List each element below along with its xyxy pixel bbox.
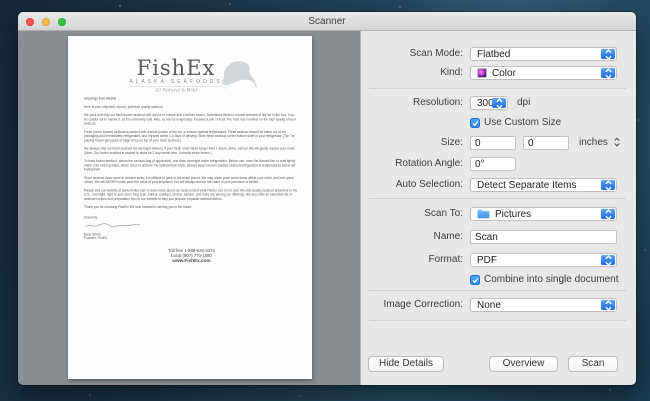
use-custom-size-label: Use Custom Size — [484, 117, 562, 128]
zoom-window-button[interactable] — [58, 17, 66, 26]
letter-paragraph: Thank you for choosing FishEx! We look f… — [84, 205, 193, 210]
scan-button[interactable]: Scan — [568, 356, 618, 372]
kind-row: Kind: Color — [361, 66, 636, 80]
format-popup[interactable]: PDF — [470, 253, 617, 267]
popup-stepper-icon — [601, 48, 615, 60]
divider — [369, 290, 626, 291]
hide-details-button[interactable]: Hide Details — [368, 356, 444, 372]
scanned-document-preview[interactable]: FishEx ALASKA SEAFOODS All Natural & Wil… — [68, 36, 312, 379]
resolution-popup[interactable]: 300 — [470, 96, 508, 110]
divider — [369, 198, 626, 199]
scan-mode-value: Flatbed — [477, 48, 511, 60]
auto-selection-value: Detect Separate Items — [477, 179, 577, 191]
auto-selection-row: Auto Selection: Detect Separate Items — [361, 178, 636, 192]
letter-paragraph: To thaw frozen seafood, pierce the vacuu… — [84, 159, 296, 172]
scan-to-value: Pictures — [495, 208, 532, 220]
logo-tagline: All Natural & Wild — [154, 88, 198, 93]
dpi-unit-label: dpi — [517, 97, 531, 108]
auto-selection-label: Auto Selection: — [395, 179, 463, 190]
letter-footer: Toll free 1-888-926-3474 Local (907) 770… — [84, 248, 299, 263]
use-custom-size-row: Use Custom Size — [361, 116, 636, 130]
image-correction-value: None — [477, 299, 501, 311]
popup-stepper-icon — [492, 97, 506, 109]
image-correction-label: Image Correction: — [383, 299, 463, 310]
rotation-angle-row: Rotation Angle: — [361, 157, 636, 171]
letter-paragraph: Here is your shipment of pure, premium q… — [84, 105, 164, 109]
size-unit-label: inches — [579, 137, 608, 148]
use-custom-size-checkbox[interactable] — [470, 118, 480, 128]
image-correction-popup[interactable]: None — [470, 298, 617, 312]
letter-paragraph: Fresh (never-frozen) seafood is packed w… — [84, 130, 295, 143]
combine-label: Combine into single document — [484, 274, 619, 285]
scan-to-label: Scan To: — [424, 208, 463, 219]
popup-stepper-icon — [601, 208, 615, 220]
size-label: Size: — [440, 137, 463, 148]
popup-stepper-icon — [601, 67, 615, 79]
alaska-map-icon — [222, 61, 258, 89]
name-label: Name: — [433, 231, 463, 242]
format-row: Format: PDF — [361, 253, 636, 267]
logo-subtitle: ALASKA SEAFOODS — [129, 79, 223, 87]
letter-logo: FishEx ALASKA SEAFOODS All Natural & Wil… — [89, 55, 299, 93]
resolution-label: Resolution: — [412, 97, 463, 108]
unit-stepper-icon — [614, 137, 620, 147]
letter-paragraph: We pack and ship our flash-frozen seafoo… — [84, 113, 296, 126]
color-photo-icon — [477, 68, 487, 78]
size-width-field[interactable] — [470, 136, 516, 150]
scan-to-row: Scan To: Pictures — [361, 207, 636, 221]
letter-paragraph: We always ship our fresh seafood via ove… — [84, 147, 296, 155]
combine-checkbox[interactable] — [470, 275, 480, 285]
scan-mode-row: Scan Mode: Flatbed — [361, 47, 636, 61]
popup-stepper-icon — [601, 299, 615, 311]
window-title: Scanner — [308, 16, 346, 27]
fishex-logo-text: FishEx — [136, 55, 216, 80]
popup-stepper-icon — [601, 254, 615, 266]
letter-closing: Sincerely, — [84, 215, 98, 220]
signature-scribble — [85, 223, 141, 228]
size-height-field[interactable] — [523, 136, 569, 150]
name-row: Name: — [361, 230, 636, 244]
popup-stepper-icon — [601, 179, 615, 191]
name-field[interactable] — [470, 230, 617, 244]
letter-paragraph: Greetings from Alaska! — [84, 97, 117, 101]
format-value: PDF — [477, 254, 497, 266]
rotation-angle-field[interactable] — [470, 157, 516, 171]
scan-mode-label: Scan Mode: — [409, 48, 463, 59]
letter-paragraph: Since seafood does come in random sizes,… — [84, 176, 294, 184]
auto-selection-popup[interactable]: Detect Separate Items — [470, 178, 617, 192]
scan-settings-panel: Scan Mode: Flatbed Kind: Color Resolutio… — [360, 31, 636, 385]
divider — [369, 320, 626, 321]
scan-to-popup[interactable]: Pictures — [470, 207, 617, 221]
scan-preview-area[interactable]: FishEx ALASKA SEAFOODS All Natural & Wil… — [18, 31, 360, 385]
folder-icon — [477, 209, 490, 219]
resolution-row: Resolution: 300 dpi — [361, 96, 636, 110]
size-unit-selector[interactable]: inches — [579, 136, 620, 150]
scanner-window: Scanner FishEx ALASKA SEAFOODS All Natur… — [18, 12, 636, 385]
signature-title: Founder, FishEx — [84, 236, 108, 240]
letter-paragraph: Please visit our website at www.FishEx.c… — [84, 188, 298, 201]
minimize-window-button[interactable] — [42, 17, 50, 26]
title-bar[interactable]: Scanner — [18, 12, 636, 31]
divider — [369, 88, 626, 89]
kind-popup[interactable]: Color — [470, 66, 617, 80]
close-window-button[interactable] — [26, 17, 34, 26]
scan-mode-popup[interactable]: Flatbed — [470, 47, 617, 61]
overview-button[interactable]: Overview — [489, 356, 558, 372]
format-label: Format: — [428, 254, 463, 265]
website-line: www.FishEx.com — [172, 257, 211, 263]
rotation-angle-label: Rotation Angle: — [395, 158, 463, 169]
combine-row: Combine into single document — [361, 273, 636, 287]
size-row: Size: inches — [361, 136, 636, 150]
kind-label: Kind: — [440, 67, 463, 78]
kind-value: Color — [492, 67, 516, 79]
image-correction-row: Image Correction: None — [361, 298, 636, 312]
